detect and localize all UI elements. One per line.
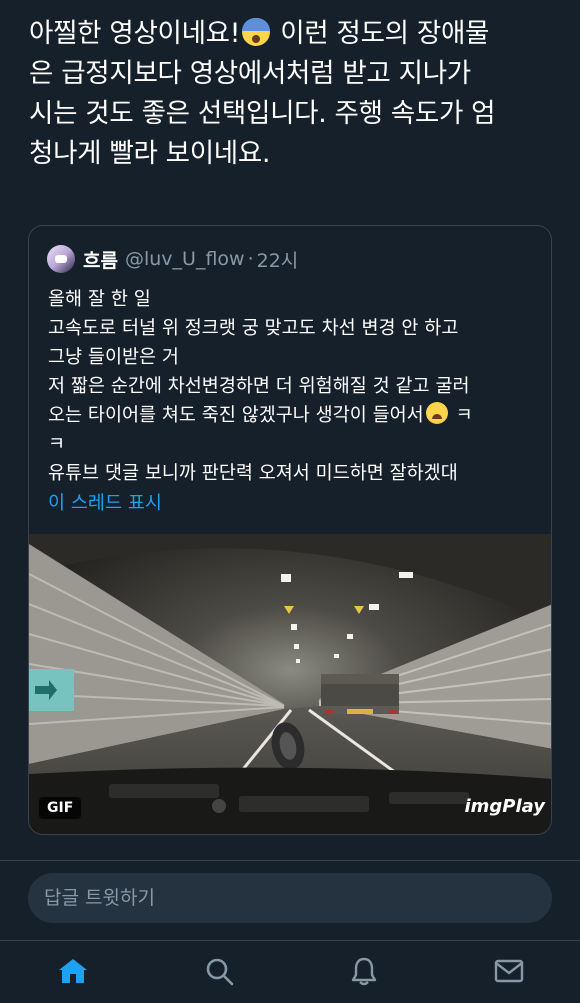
quote-line-5-wrap: 오는 타이어를 쳐도 죽진 않겠구나 생각이 들어서 ㅋ [48,401,538,430]
home-icon [59,959,87,983]
home-nav-button[interactable] [57,955,89,987]
notifications-nav-button[interactable] [348,955,380,987]
quoted-tweet-card[interactable]: 흐름 @luv_U_flow · 22시 올해 잘 한 일 고속도로 터널 위 … [28,225,552,835]
quoted-author-handle[interactable]: @luv_U_flow [125,248,245,270]
quote-line-7: ㅋ [48,434,66,455]
search-nav-button[interactable] [203,955,235,987]
reply-input[interactable] [28,873,552,923]
quote-line-8: 유튜브 댓글 보니까 판단력 오져서 미드하면 잘하겠대 [48,463,458,484]
avatar[interactable] [47,245,75,273]
tweet-line-5: 청나게 빨라 보이네요. [29,138,271,169]
tunnel-scene-image [29,534,551,834]
quote-line-2: 고속도로 터널 위 정크랫 궁 맞고도 차선 변경 안 하고 [48,318,459,339]
quoted-author-name[interactable]: 흐름 [83,246,118,273]
tweet-line-3: 은 급정지보다 영상에서처럼 받고 지나가 [29,58,471,89]
messages-nav-button[interactable] [493,955,525,987]
tweet-line-2: 이런 정도의 장애물 [280,18,490,49]
tweet-text: 아찔한 영상이네요! 이런 정도의 장애물 은 급정지보다 영상에서처럼 받고 … [29,14,559,174]
scream-emoji-icon [242,18,271,46]
gif-badge: GIF [39,797,82,819]
search-icon [206,958,234,986]
tunnel-gif-media[interactable]: GIF imgPlay [29,534,551,834]
quote-line-6: ㅋ [455,405,473,426]
divider [0,860,580,861]
imgplay-watermark: imgPlay [464,796,546,817]
show-thread-link[interactable]: 이 스레드 표시 [48,489,162,515]
quoted-tweet-header: 흐름 @luv_U_flow · 22시 [47,244,298,274]
bottom-nav [0,940,580,1003]
quote-line-5: 오는 타이어를 쳐도 죽진 않겠구나 생각이 들어서 [48,405,424,426]
tweet-line-1: 아찔한 영상이네요! [29,18,241,49]
quote-line-1: 올해 잘 한 일 [48,289,151,310]
weary-emoji-icon [425,402,448,424]
reply-box[interactable] [28,873,552,923]
quote-line-3: 그냥 들이받은 거 [48,347,179,368]
separator-dot: · [247,248,254,270]
quote-line-4: 저 짧은 순간에 차선변경하면 더 위험해질 것 같고 굴러 [48,376,470,397]
quoted-tweet-time[interactable]: 22시 [257,246,299,273]
messages-icon [494,959,524,983]
quoted-tweet-text: 올해 잘 한 일 고속도로 터널 위 정크랫 궁 맞고도 차선 변경 안 하고 … [48,285,538,488]
notifications-icon [351,957,377,986]
tweet-line-4: 시는 것도 좋은 선택입니다. 주행 속도가 엄 [29,98,496,129]
